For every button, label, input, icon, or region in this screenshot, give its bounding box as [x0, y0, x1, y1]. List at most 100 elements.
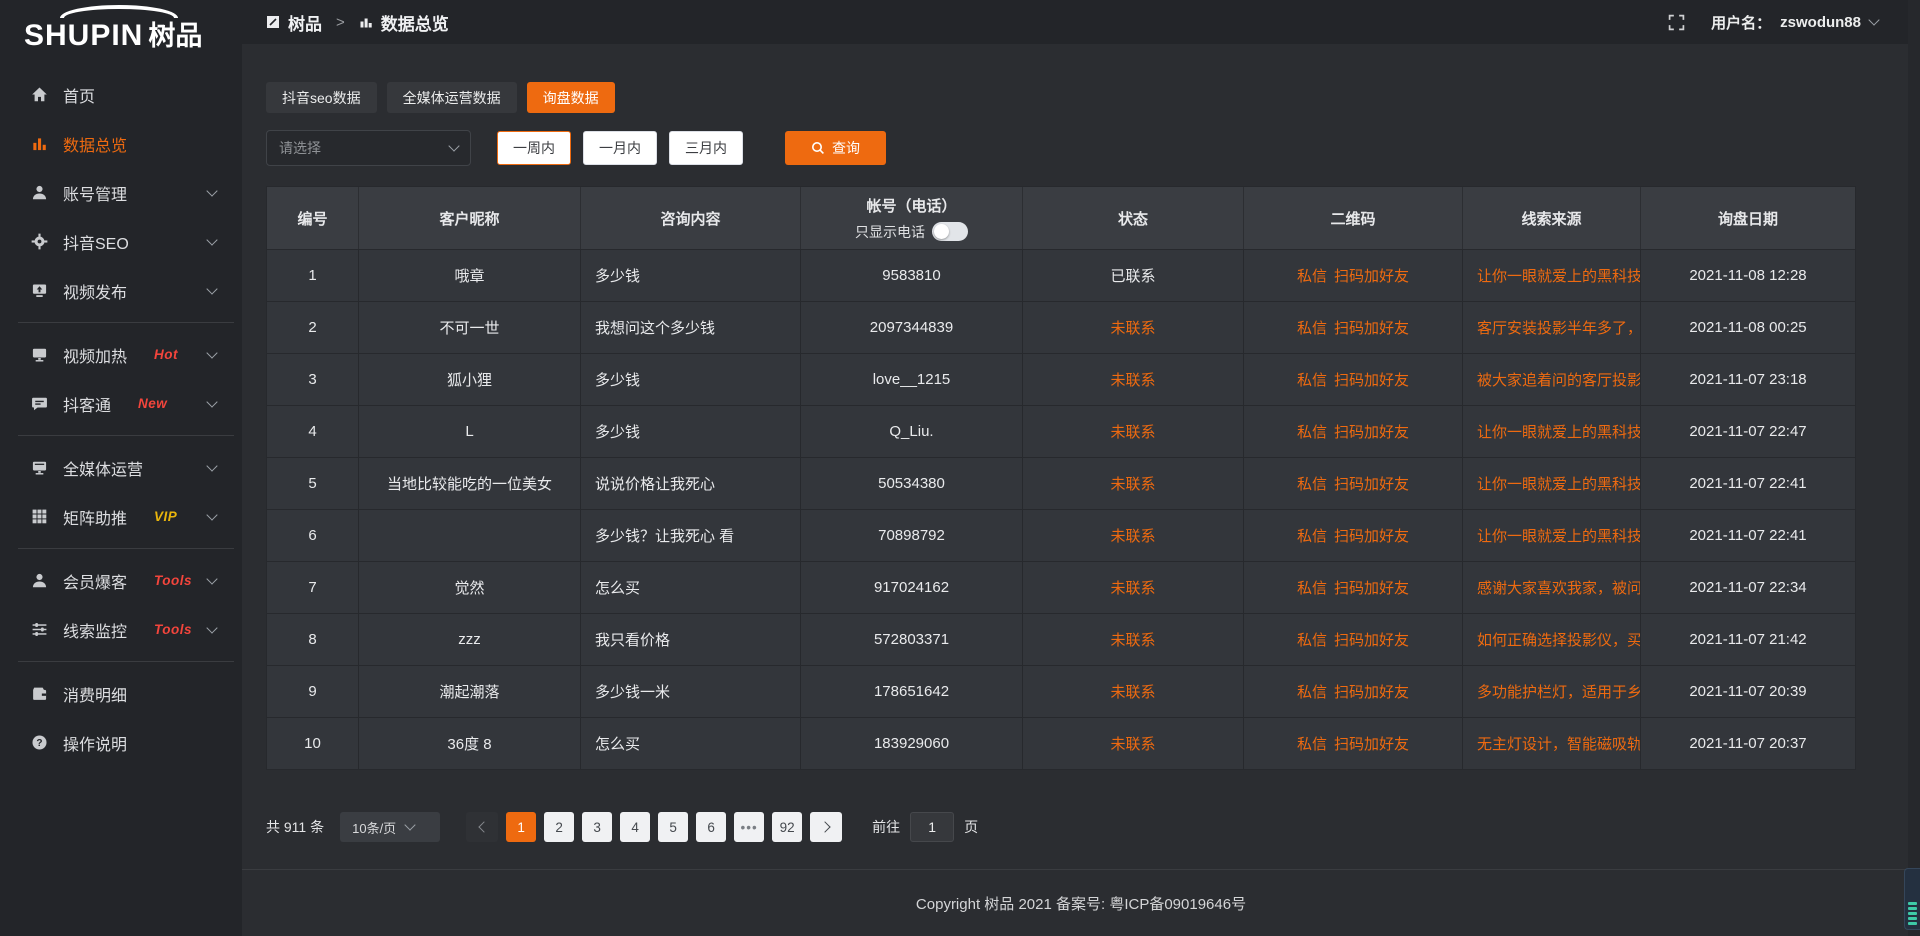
tab-inquiry-data[interactable]: 询盘数据	[527, 82, 615, 113]
page-button[interactable]: 2	[544, 812, 574, 842]
private-message-link[interactable]: 私信	[1297, 473, 1327, 494]
cell-qr: 私信 扫码加好友	[1244, 354, 1463, 405]
sidebar-item-lead-monitor[interactable]: 线索监控 Tools	[0, 605, 242, 654]
lead-source-link[interactable]: 让你一眼就爱上的黑科技，能...	[1477, 473, 1641, 494]
tools-badge: Tools	[154, 573, 192, 588]
page-button[interactable]: 4	[620, 812, 650, 842]
account-select[interactable]: 请选择	[266, 130, 471, 166]
sidebar-menu: 首页 数据总览 账号管理 抖音SEO 视频发布	[0, 58, 242, 767]
cell-source: 让你一眼就爱上的黑科技，能...	[1463, 250, 1641, 301]
status-badge: 未联系	[1110, 525, 1155, 546]
cell-no: 9	[267, 666, 359, 717]
private-message-link[interactable]: 私信	[1297, 577, 1327, 598]
user-menu[interactable]: 用户名：zswodun88	[1711, 12, 1878, 33]
lead-source-link[interactable]: 被大家追着问的客厅投影分享...	[1477, 369, 1641, 390]
sidebar-item-label: 视频发布	[63, 279, 127, 303]
page-button[interactable]: 5	[658, 812, 688, 842]
page-size-select[interactable]: 10条/页	[340, 812, 440, 842]
sidebar-item-member-burst[interactable]: 会员爆客 Tools	[0, 556, 242, 605]
sidebar-item-data-overview[interactable]: 数据总览	[0, 119, 242, 168]
sidebar-item-omnimedia-operation[interactable]: 全媒体运营	[0, 443, 242, 492]
content: 抖音seo数据 全媒体运营数据 询盘数据 请选择 一周内 一月内 三月内 查询	[242, 44, 1920, 869]
cell-nickname	[359, 510, 581, 561]
cell-source: 客厅安装投影半年多了，真实...	[1463, 302, 1641, 353]
scrollbar-track[interactable]	[1908, 0, 1920, 936]
search-button[interactable]: 查询	[785, 131, 886, 165]
private-message-link[interactable]: 私信	[1297, 317, 1327, 338]
cell-content: 怎么买	[581, 562, 801, 613]
breadcrumb-root[interactable]: 树品	[288, 10, 322, 35]
scan-add-friend-link[interactable]: 扫码加好友	[1334, 317, 1409, 338]
tab-omnimedia-operation-data[interactable]: 全媒体运营数据	[387, 82, 517, 113]
page-button[interactable]: 3	[582, 812, 612, 842]
fullscreen-icon[interactable]	[1668, 14, 1685, 31]
private-message-link[interactable]: 私信	[1297, 421, 1327, 442]
range-quarter-button[interactable]: 三月内	[669, 131, 743, 165]
private-message-link[interactable]: 私信	[1297, 525, 1327, 546]
cell-status: 未联系	[1023, 354, 1244, 405]
lead-source-link[interactable]: 客厅安装投影半年多了，真实...	[1477, 317, 1641, 338]
sidebar-item-spending-detail[interactable]: 消费明细	[0, 669, 242, 718]
private-message-link[interactable]: 私信	[1297, 369, 1327, 390]
lead-source-link[interactable]: 无主灯设计，智能磁吸轨道灯...	[1477, 733, 1641, 754]
range-month-button[interactable]: 一月内	[583, 131, 657, 165]
wallet-icon	[30, 685, 48, 703]
sidebar-item-matrix-boost[interactable]: 矩阵助推 VIP	[0, 492, 242, 541]
sidebar-item-label: 数据总览	[63, 132, 127, 156]
private-message-link[interactable]: 私信	[1297, 629, 1327, 650]
sliders-icon	[30, 621, 48, 639]
cell-content: 多少钱？让我死心 看	[581, 510, 801, 561]
scan-add-friend-link[interactable]: 扫码加好友	[1334, 629, 1409, 650]
tab-douyin-seo-data[interactable]: 抖音seo数据	[266, 82, 377, 113]
sidebar-item-douketong[interactable]: 抖客通 New	[0, 379, 242, 428]
sidebar-item-instructions[interactable]: ? 操作说明	[0, 718, 242, 767]
cell-nickname: 狐小狸	[359, 354, 581, 405]
private-message-link[interactable]: 私信	[1297, 733, 1327, 754]
table-row: 4 L 多少钱 Q_Liu. 未联系 私信 扫码加好友 让你一眼就爱上的黑科技，…	[267, 405, 1855, 457]
next-page-button[interactable]	[810, 812, 842, 842]
lead-source-link[interactable]: 让你一眼就爱上的黑科技，能...	[1477, 525, 1641, 546]
sidebar-item-home[interactable]: 首页	[0, 70, 242, 119]
inquiry-table: 编号 客户昵称 咨询内容 帐号（电话） 只显示电话 状态 二维码 线索来源 询盘…	[266, 186, 1856, 770]
cell-account: 2097344839	[801, 302, 1023, 353]
page-button[interactable]: 92	[772, 812, 802, 842]
cell-date: 2021-11-08 12:28	[1641, 250, 1855, 301]
lead-source-link[interactable]: 如何正确选择投影仪，买投影...	[1477, 629, 1641, 650]
scan-add-friend-link[interactable]: 扫码加好友	[1334, 265, 1409, 286]
lead-source-link[interactable]: 让你一眼就爱上的黑科技，能...	[1477, 421, 1641, 442]
sidebar-item-label: 矩阵助推	[63, 505, 127, 529]
cell-status: 未联系	[1023, 614, 1244, 665]
page-button[interactable]: 1	[506, 812, 536, 842]
scan-add-friend-link[interactable]: 扫码加好友	[1334, 369, 1409, 390]
scan-add-friend-link[interactable]: 扫码加好友	[1334, 577, 1409, 598]
sidebar-item-douyin-seo[interactable]: 抖音SEO	[0, 217, 242, 266]
lead-source-link[interactable]: 让你一眼就爱上的黑科技，能...	[1477, 265, 1641, 286]
sidebar-item-account-management[interactable]: 账号管理	[0, 168, 242, 217]
scan-add-friend-link[interactable]: 扫码加好友	[1334, 733, 1409, 754]
private-message-link[interactable]: 私信	[1297, 265, 1327, 286]
page-button[interactable]: •••	[734, 812, 764, 842]
breadcrumb-current: 数据总览	[381, 10, 449, 35]
prev-page-button[interactable]	[466, 812, 498, 842]
lead-source-link[interactable]: 感谢大家喜欢我家，被问了好...	[1477, 577, 1641, 598]
header-no: 编号	[267, 187, 359, 249]
menu-divider	[18, 548, 234, 549]
cell-no: 1	[267, 250, 359, 301]
sidebar-item-video-heat[interactable]: 视频加热 Hot	[0, 330, 242, 379]
lead-source-link[interactable]: 多功能护栏灯，适用于乡村文...	[1477, 681, 1641, 702]
chevron-down-icon	[206, 509, 217, 520]
scan-add-friend-link[interactable]: 扫码加好友	[1334, 421, 1409, 442]
goto-page-input[interactable]	[910, 812, 954, 842]
phone-only-toggle[interactable]	[932, 222, 968, 241]
video-upload-icon	[30, 282, 48, 300]
scan-add-friend-link[interactable]: 扫码加好友	[1334, 681, 1409, 702]
cell-nickname: 不可一世	[359, 302, 581, 353]
scan-add-friend-link[interactable]: 扫码加好友	[1334, 525, 1409, 546]
sidebar-item-video-publish[interactable]: 视频发布	[0, 266, 242, 315]
range-week-button[interactable]: 一周内	[497, 131, 571, 165]
app-root: SHUPIN树品 首页 数据总览 账号管理 抖音SEO	[0, 0, 1920, 936]
page-button[interactable]: 6	[696, 812, 726, 842]
private-message-link[interactable]: 私信	[1297, 681, 1327, 702]
scan-add-friend-link[interactable]: 扫码加好友	[1334, 473, 1409, 494]
monitor-icon	[30, 346, 48, 364]
